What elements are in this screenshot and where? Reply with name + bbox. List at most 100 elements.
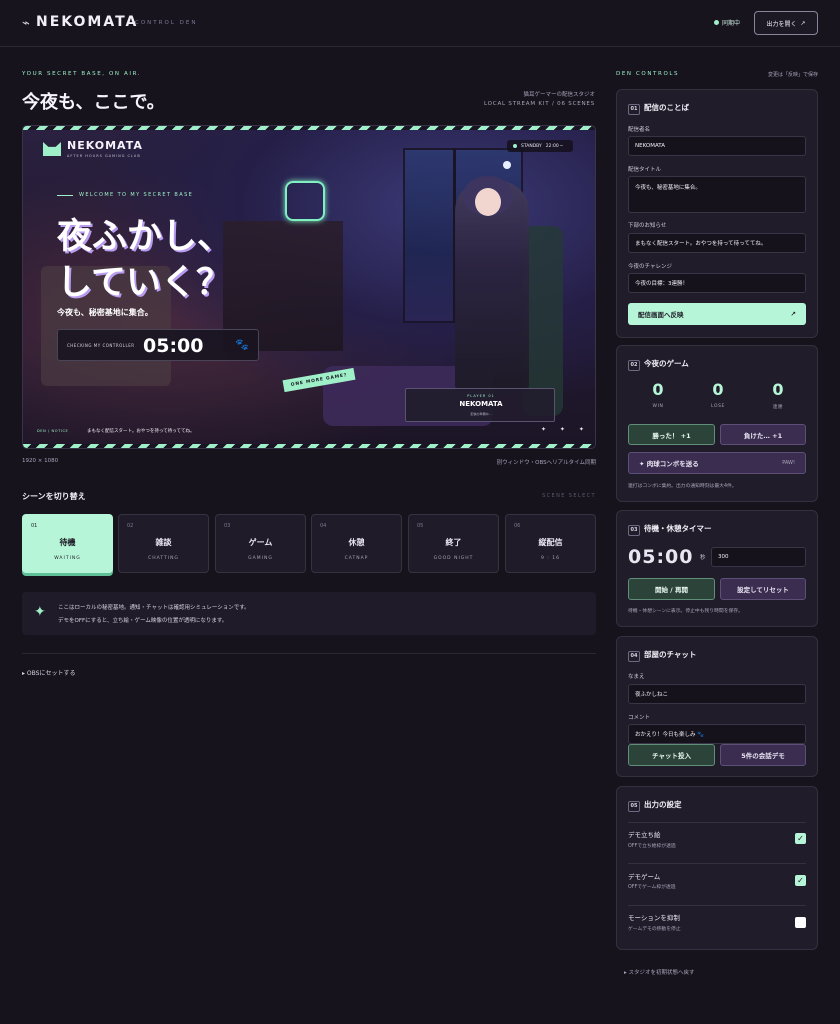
status-dot-icon: [714, 20, 719, 25]
scene-waiting[interactable]: 01 待機 WAITING: [22, 514, 113, 573]
lose-count: 0: [712, 380, 724, 399]
lose-button[interactable]: 負けた… +1: [720, 424, 806, 445]
external-link-icon: ↗: [800, 19, 806, 27]
scene-catnap[interactable]: 04 休憩 CATNAP: [311, 514, 402, 573]
divider: [628, 905, 806, 906]
brand-subtitle: CONTROL DEN: [135, 20, 198, 26]
timer-display: 05:00: [628, 546, 694, 568]
preview-subtitle: 今夜も、秘密基地に集合。: [57, 308, 153, 317]
stream-title-textarea[interactable]: 今夜も、秘密基地に集合。: [628, 176, 806, 213]
game-card: 02 今夜のゲーム 0 WIN 0 LOSE 0 連勝 勝った！ +1 負けた… …: [616, 345, 818, 502]
preview-player-card: PLAYER 01 NEKOMATA 配信の準備中…: [405, 388, 555, 422]
den-note: 変更は「反映」で保存: [767, 72, 818, 78]
scene-label: 終了: [445, 538, 462, 547]
combo-label: ✦ 肉球コンボを送る: [639, 460, 699, 468]
external-link-icon: ↗: [790, 310, 796, 318]
option-sub-demo-game: OFFでゲーム枠が透過: [628, 885, 676, 890]
output-settings-card: 05 出力の設定 デモ立ち絵 OFFで立ち絵枠が透過 ✓ デモゲーム OFFでゲー…: [616, 786, 818, 950]
moon-icon: [503, 161, 511, 169]
apply-label: 配信画面へ反映: [638, 311, 684, 319]
chat-demo-button[interactable]: 5件の会話デモ: [720, 744, 806, 766]
paw-icon: 🐾: [235, 338, 249, 351]
seconds-input[interactable]: 300: [711, 547, 806, 567]
set-reset-button[interactable]: 設定してリセット: [720, 578, 806, 600]
player-label: PLAYER 01: [467, 394, 495, 398]
standby-label: STANDBY: [521, 143, 542, 149]
preview-brand-sub: AFTER HOURS GAMING CLUB: [67, 154, 141, 158]
scene-number: 01: [31, 523, 38, 529]
challenge-label: 今夜のチャレンジ: [628, 264, 672, 270]
reduce-motion-checkbox[interactable]: [795, 917, 806, 928]
streak-count: 0: [772, 380, 784, 399]
option-label-reduce-motion: モーションを抑制: [628, 914, 680, 922]
scene-label-en: WAITING: [54, 556, 81, 561]
scene-label-en: GAMING: [248, 556, 273, 561]
streamer-name-input[interactable]: NEKOMATA: [628, 136, 806, 156]
scene-vertical[interactable]: 06 縦配信 9 : 16: [505, 514, 596, 573]
open-output-button[interactable]: 出力を開く ↗: [754, 11, 818, 35]
card-number: 01: [628, 104, 640, 115]
logo-icon: ⌁: [22, 16, 30, 31]
start-resume-button[interactable]: 開始 / 再開: [628, 578, 715, 600]
character-face: [475, 188, 501, 216]
preview-timer: 05:00: [143, 335, 204, 357]
scene-label: 縦配信: [538, 538, 563, 547]
streamer-name-label: 配信者名: [628, 127, 651, 133]
streak-label: 連勝: [772, 405, 784, 410]
preview-clock: 22:00 ─: [545, 143, 563, 149]
info-line1: ここはローカルの秘密基地。通知・チャットは確認用シミュレーションです。: [58, 605, 250, 611]
timer-note: 待機・休憩シーンに表示。停止中も残り時間を保存。: [628, 609, 743, 614]
card-heading: 05 出力の設定: [628, 799, 682, 812]
demo-portrait-checkbox[interactable]: ✓: [795, 833, 806, 844]
obs-setup-link[interactable]: ▸ OBSにセットする: [22, 668, 75, 677]
challenge-input[interactable]: 今夜の目標：3連勝！: [628, 273, 806, 293]
scene-number: 06: [514, 523, 521, 529]
hazard-stripe-top: [23, 126, 595, 130]
welcome-rule: [57, 195, 73, 196]
apply-to-stream-button[interactable]: 配信画面へ反映 ↗: [628, 303, 806, 325]
chat-name-label: なまえ: [628, 674, 645, 680]
hero-kicker: YOUR SECRET BASE, ON AIR.: [22, 71, 142, 77]
preview-timer-label: CHECKING MY CONTROLLER: [67, 343, 135, 348]
card-number: 02: [628, 360, 640, 371]
demo-game-checkbox[interactable]: ✓: [795, 875, 806, 886]
notice-text: まもなく配信スタート。おやつを持って待っててね。: [87, 429, 195, 434]
resolution-label: 1920 × 1080: [22, 458, 59, 464]
preview-brand: NEKOMATA: [67, 139, 143, 152]
scene-gaming[interactable]: 03 ゲーム GAMING: [215, 514, 306, 573]
chat-name-input[interactable]: 夜ふかしねこ: [628, 684, 806, 704]
cat-logo-icon: [43, 142, 61, 156]
notice-input[interactable]: まもなく配信スタート。おやつを持って待っててね。: [628, 233, 806, 253]
win-button[interactable]: 勝った！ +1: [628, 424, 715, 445]
divider: [628, 822, 806, 823]
preview-welcome: WELCOME TO MY SECRET BASE: [79, 192, 194, 198]
scene-chatting[interactable]: 02 雑談 CHATTING: [118, 514, 209, 573]
scene-number: 05: [417, 523, 424, 529]
scene-good-night[interactable]: 05 終了 GOOD NIGHT: [408, 514, 499, 573]
timer-card: 03 待機・休憩タイマー 05:00 秒 300 開始 / 再開 設定してリセット…: [616, 510, 818, 627]
notice-label: 下部のお知らせ: [628, 223, 667, 229]
brand-name: NEKOMATA: [36, 14, 139, 30]
neon-cat-sign-icon: [285, 181, 325, 221]
standby-dot-icon: [513, 144, 517, 148]
info-line2: デモをOFFにすると、立ち絵・ゲーム映像の位置が透明になります。: [58, 618, 228, 624]
send-chat-button[interactable]: チャット投入: [628, 744, 715, 766]
chat-comment-input[interactable]: おかえり！今日も楽しみ 🐾: [628, 724, 806, 744]
card-heading: 01 配信のことば: [628, 102, 689, 115]
sparkle-icon: ✦: [34, 604, 46, 620]
reset-studio-link[interactable]: ▸ スタジオを初期状態へ戻す: [624, 968, 695, 976]
card-heading: 03 待機・休憩タイマー: [628, 523, 712, 536]
hero-meta-line2: LOCAL STREAM KIT / 06 SCENES: [484, 101, 595, 107]
card-heading: 04 部屋のチャット: [628, 649, 696, 662]
stream-title-label: 配信タイトル: [628, 167, 662, 173]
card-heading: 02 今夜のゲーム: [628, 358, 689, 371]
scene-heading-en: SCENE SELECT: [542, 493, 596, 499]
option-label-demo-portrait: デモ立ち絵: [628, 831, 661, 839]
chat-card: 04 部屋のチャット なまえ 夜ふかしねこ コメント おかえり！今日も楽しみ 🐾 …: [616, 636, 818, 777]
paw-combo-button[interactable]: ✦ 肉球コンボを送る PAW!: [628, 452, 806, 474]
scene-label-en: CATNAP: [344, 556, 369, 561]
option-sub-demo-portrait: OFFで立ち絵枠が透過: [628, 844, 676, 849]
scene-label-en: CHATTING: [148, 556, 179, 561]
card-title: 部屋のチャット: [644, 650, 697, 659]
scene-label: 休憩: [348, 538, 365, 547]
